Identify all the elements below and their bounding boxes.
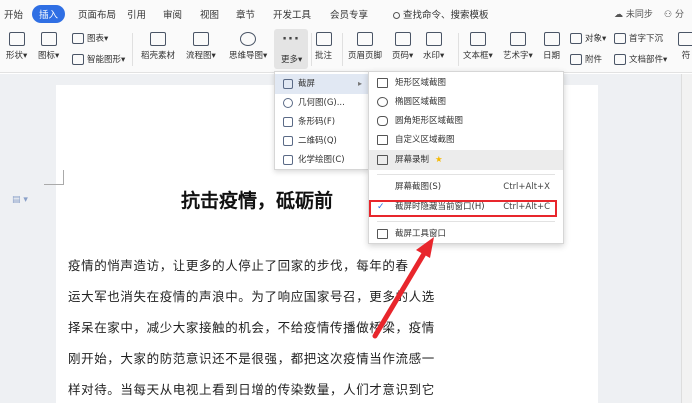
arrow-head [416, 237, 434, 258]
wps-writer-window: 开始 插入 页面布局 引用 审阅 视图 章节 开发工具 会员专享 查找命令、搜索… [0, 0, 692, 403]
annotation-arrow-icon [372, 237, 434, 339]
arrow-shaft [372, 249, 428, 339]
